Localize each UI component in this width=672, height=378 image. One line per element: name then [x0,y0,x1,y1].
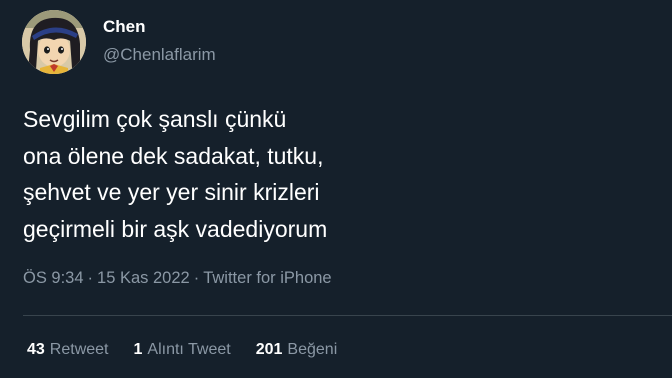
retweet-label: Retweet [49,341,109,358]
tweet-text-line: Sevgilim çok şanslı çünkü [23,106,287,132]
avatar[interactable] [22,10,86,74]
like-count: 201 [255,341,283,358]
retweet-count: 43 [27,341,45,358]
tweet-stats: 43 Retweet 1 Alıntı Tweet 201 Beğeni [27,341,337,359]
tweet-meta: ÖS 9:34 · 15 Kas 2022 · Twitter for iPhone [23,269,332,288]
user-handle[interactable]: @Chenlaflarim [103,45,216,65]
tweet-text-line: şehvet ve yer yer sinir krizleri [23,179,320,205]
quote-tweet-count: 1 [133,341,143,358]
tweet-text-line: geçirmeli bir aşk vadediyorum [23,215,328,242]
meta-separator: · [87,269,94,287]
cartoon-avatar-icon [22,10,86,74]
like-stat[interactable]: 201 Beğeni [256,341,338,359]
retweet-stat[interactable]: 43 Retweet [27,341,109,359]
tweet-time[interactable]: ÖS 9:34 [23,269,84,287]
tweet-text: Sevgilim çok şanslı çünkü ona ölene dek … [23,101,643,247]
quote-tweet-label: Alıntı Tweet [147,341,231,358]
meta-separator: · [193,269,200,287]
tweet-text-line: ona ölene dek sadakat, tutku, [23,142,324,169]
divider [23,315,672,316]
tweet-source[interactable]: Twitter for iPhone [203,269,331,287]
display-name[interactable]: Chen [103,17,146,37]
like-label: Beğeni [287,341,338,358]
tweet-date[interactable]: 15 Kas 2022 [97,269,190,287]
quote-tweet-stat[interactable]: 1 Alıntı Tweet [134,341,231,359]
tweet-container: Chen @Chenlaflarim Sevgilim çok şanslı ç… [0,0,672,378]
